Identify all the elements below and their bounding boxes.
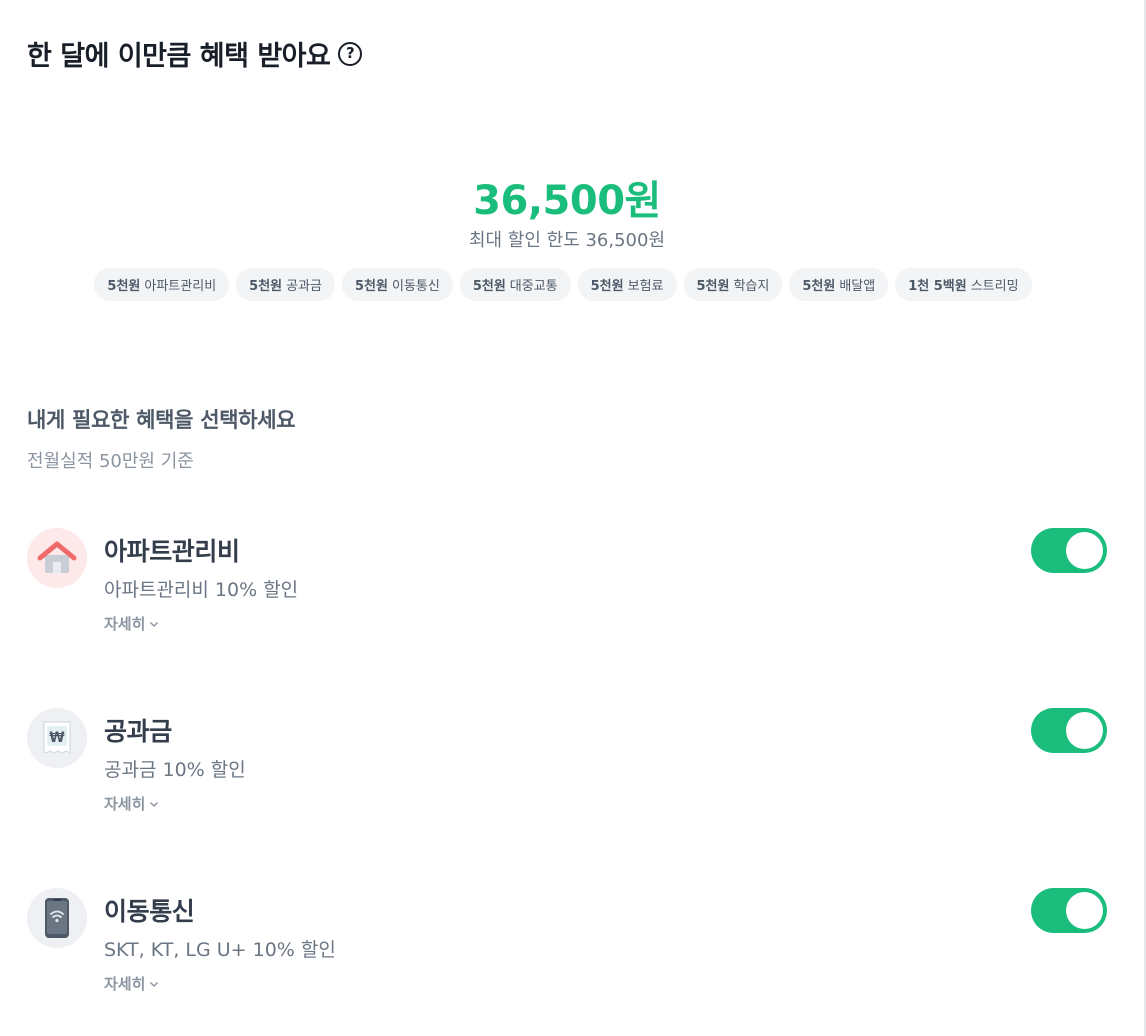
details-link[interactable]: 자세히 [104,973,159,994]
chip-amount: 5천원 [249,279,283,294]
benefit-chip: 5천원 보험료 [577,268,677,301]
benefit-name: 이동통신 [104,897,195,926]
chip-amount: 5천원 [590,279,624,294]
mobile-toggle[interactable] [1031,888,1107,933]
utility-toggle[interactable] [1031,708,1107,753]
chip-amount: 5천원 [107,279,141,294]
benefit-item-mobile: 이동통신 SKT, KT, LG U+ 10% 할인 자세히 [27,888,1107,1008]
won-receipt-icon: ₩ [27,708,87,768]
chip-amount: 5천원 [472,279,506,294]
discount-limit-text: 최대 할인 한도 36,500원 [468,230,666,251]
benefit-chip: 5천원 공과금 [236,268,336,301]
details-link[interactable]: 자세히 [104,793,159,814]
details-label: 자세히 [104,975,146,993]
phone-wifi-icon [27,888,87,948]
benefit-description: 아파트관리비 10% 할인 [104,579,299,601]
benefit-chip: 5천원 아파트관리비 [94,268,230,301]
toggle-knob [1066,712,1103,749]
toggle-knob [1066,532,1103,569]
help-icon[interactable]: ? [338,41,363,66]
benefit-page: 한 달에 이만큼 혜택 받아요 ? 36,500원 최대 할인 한도 36,50… [0,0,1146,1036]
benefit-item-utility: ₩ 공과금 공과금 10% 할인 자세히 [27,708,1107,828]
section-subtitle: 전월실적 50만원 기준 [27,451,194,472]
apartment-toggle[interactable] [1031,528,1107,573]
chip-label: 학습지 [733,279,770,294]
total-benefit-amount: 36,500원 [473,178,661,224]
section-title: 내게 필요한 혜택을 선택하세요 [27,408,296,432]
page-header: 한 달에 이만큼 혜택 받아요 ? [27,34,363,73]
page-title: 한 달에 이만큼 혜택 받아요 [27,41,331,72]
chip-label: 이동통신 [391,279,440,294]
chevron-down-icon [150,621,159,627]
chevron-down-icon [150,801,159,807]
chip-amount: 5천원 [802,279,836,294]
chip-label: 대중교통 [509,279,558,294]
details-link[interactable]: 자세히 [104,613,159,634]
chip-label: 아파트관리비 [144,279,217,294]
chip-label: 공과금 [286,279,323,294]
chip-amount: 5천원 [696,279,730,294]
chip-label: 배달앱 [839,279,876,294]
benefit-name: 공과금 [104,717,172,746]
chevron-down-icon [150,981,159,987]
svg-text:₩: ₩ [49,730,65,746]
benefit-chip: 5천원 배달앱 [789,268,889,301]
benefit-chip: 1천 5백원 스트리밍 [895,268,1032,301]
benefit-chip: 5천원 이동통신 [342,268,453,301]
benefit-chip-list: 5천원 아파트관리비 5천원 공과금 5천원 이동통신 5천원 대중교통 5천원… [0,268,1126,301]
toggle-knob [1066,892,1103,929]
benefit-chip: 5천원 대중교통 [459,268,571,301]
chip-amount: 1천 5백원 [908,279,967,294]
benefit-name: 아파트관리비 [104,537,240,566]
chip-amount: 5천원 [355,279,388,294]
details-label: 자세히 [104,795,146,813]
chip-label: 스트리밍 [970,279,1019,294]
benefit-chip: 5천원 학습지 [683,268,783,301]
details-label: 자세히 [104,615,146,633]
benefit-item-apartment: 아파트관리비 아파트관리비 10% 할인 자세히 [27,528,1107,648]
chip-label: 보험료 [627,279,664,294]
benefit-description: SKT, KT, LG U+ 10% 할인 [104,939,336,961]
house-icon [27,528,87,588]
benefit-description: 공과금 10% 할인 [104,759,246,781]
